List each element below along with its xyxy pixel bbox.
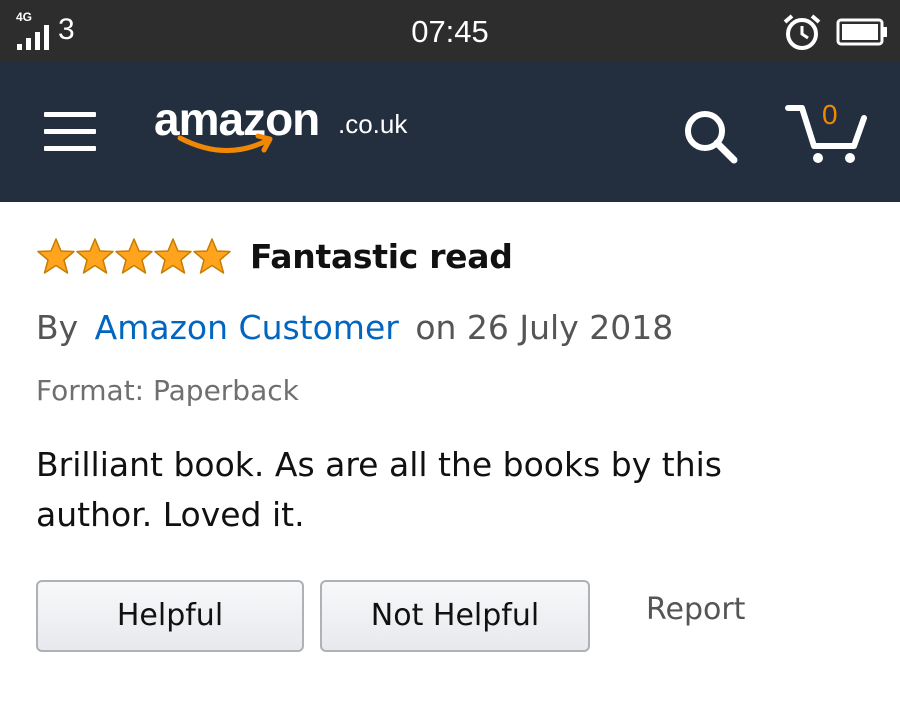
alarm-icon xyxy=(783,14,821,50)
star-icon xyxy=(115,238,153,274)
logo-domain: .co.uk xyxy=(338,109,408,139)
format-label: Format: Paperback xyxy=(36,374,299,407)
search-icon[interactable] xyxy=(680,106,740,166)
app-header: amazon .co.uk 0 xyxy=(0,62,900,202)
star-icon xyxy=(154,238,192,274)
amazon-logo[interactable]: amazon .co.uk xyxy=(154,92,424,162)
star-rating xyxy=(36,236,236,276)
star-icon xyxy=(37,238,75,274)
menu-icon[interactable] xyxy=(44,112,96,154)
review-title: Fantastic read xyxy=(250,237,513,276)
author-link[interactable]: Amazon Customer xyxy=(95,308,399,347)
cart-button[interactable]: 0 xyxy=(782,100,870,166)
not-helpful-button[interactable]: Not Helpful xyxy=(320,580,590,652)
review-date: on 26 July 2018 xyxy=(415,308,674,347)
smile-arrow-icon xyxy=(177,133,273,153)
report-link[interactable]: Report xyxy=(646,590,745,630)
battery-icon xyxy=(836,18,887,46)
status-time: 07:45 xyxy=(411,14,489,49)
review-byline: By Amazon Customer on 26 July 2018 xyxy=(36,306,673,350)
review-body: Brilliant book. As are all the books by … xyxy=(36,445,722,534)
star-icon xyxy=(193,238,231,274)
helpful-button[interactable]: Helpful xyxy=(36,580,304,652)
by-label: By xyxy=(36,308,79,347)
status-bar: 4G 3 07:45 xyxy=(0,0,900,62)
cart-count: 0 xyxy=(822,99,838,130)
star-icon xyxy=(76,238,114,274)
